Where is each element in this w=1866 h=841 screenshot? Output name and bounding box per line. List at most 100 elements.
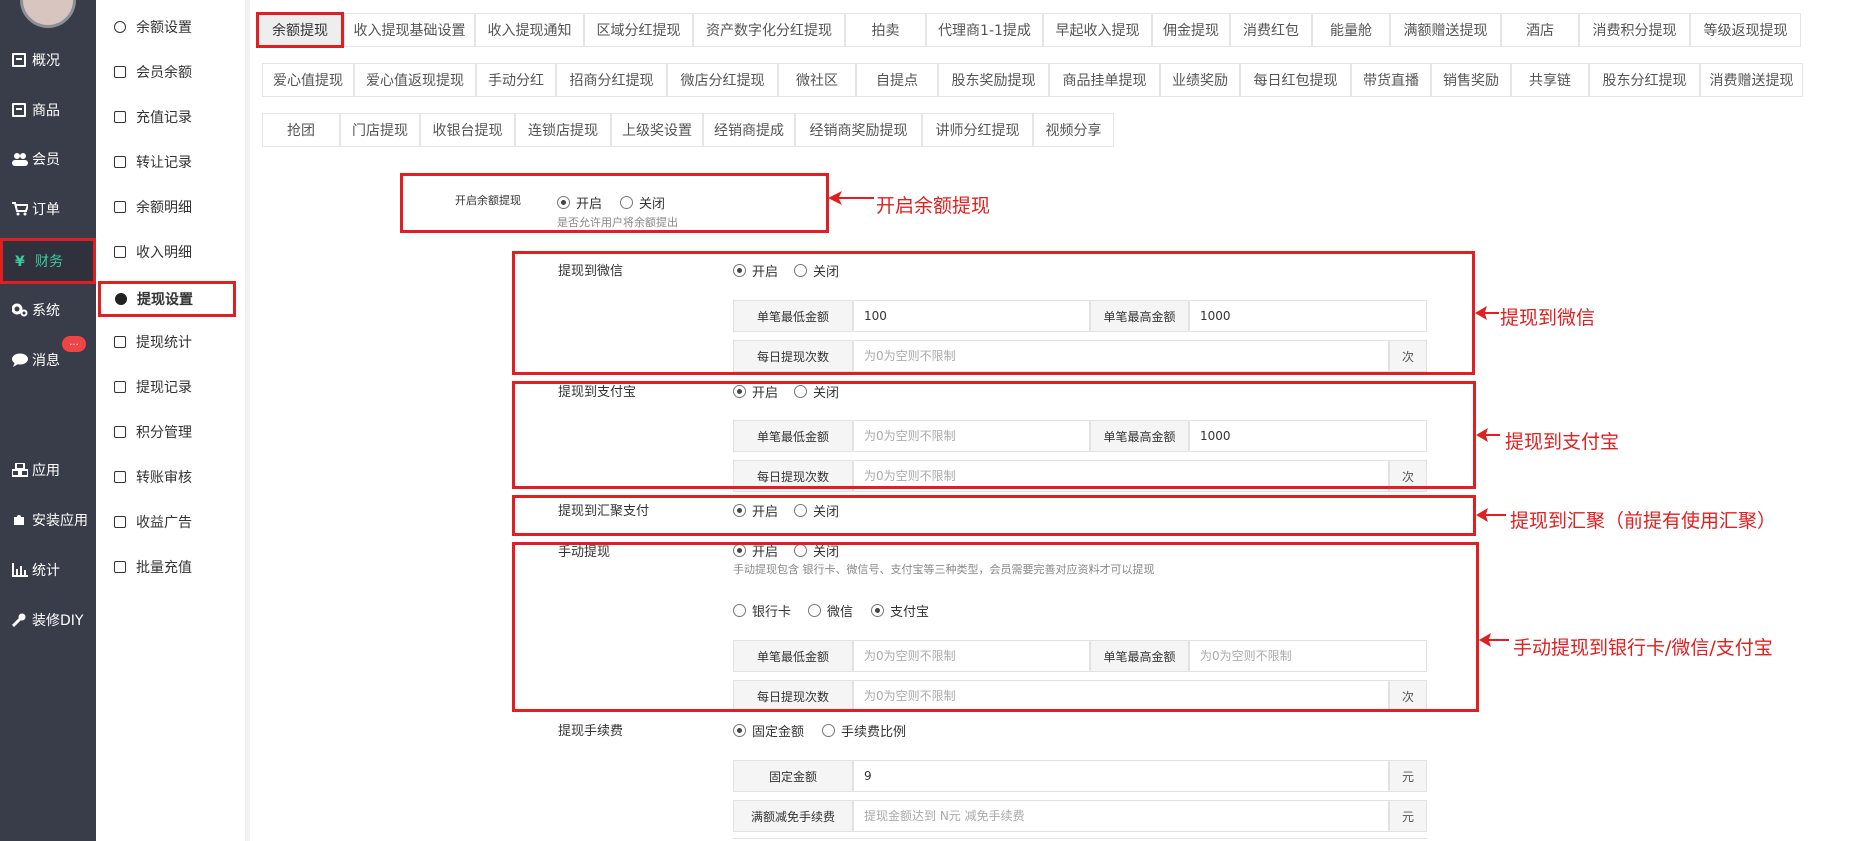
nav-item-overview[interactable]: 概况 bbox=[0, 41, 96, 79]
alipay-min-label: 单笔最低金额 bbox=[733, 420, 853, 452]
tab[interactable]: 股东奖励提现 bbox=[938, 63, 1049, 97]
tab[interactable]: 商品挂单提现 bbox=[1049, 63, 1160, 97]
nav-item-members[interactable]: 会员 bbox=[0, 140, 96, 178]
huiju-label: 提现到汇聚支付 bbox=[558, 504, 650, 519]
alipay-max-input[interactable] bbox=[1189, 420, 1427, 452]
annotation-arrow bbox=[828, 191, 874, 205]
tab[interactable]: 自提点 bbox=[856, 63, 938, 97]
fee-ratio-radio[interactable]: 手续费比例 bbox=[822, 721, 906, 740]
wechat-daily-input[interactable] bbox=[853, 340, 1389, 372]
tab[interactable]: 爱心值提现 bbox=[262, 63, 354, 97]
fee-waive-suffix: 元 bbox=[1389, 800, 1427, 832]
tab[interactable]: 连锁店提现 bbox=[515, 113, 611, 147]
gear-icon bbox=[115, 293, 127, 305]
tab[interactable]: 满额赠送提现 bbox=[1390, 13, 1501, 47]
tab[interactable]: 区域分红提现 bbox=[584, 13, 693, 47]
subnav-balance-settings[interactable]: 余额设置 bbox=[96, 9, 236, 45]
tab[interactable]: 拍卖 bbox=[845, 13, 926, 47]
tab[interactable]: 等级返现提现 bbox=[1690, 13, 1801, 47]
manual-on-radio[interactable]: 开启 bbox=[733, 541, 778, 560]
nav-item-install-apps[interactable]: 安装应用 bbox=[0, 501, 96, 539]
subnav-recharge-records[interactable]: 充值记录 bbox=[96, 99, 236, 135]
tab[interactable]: 微店分红提现 bbox=[667, 63, 778, 97]
tab[interactable]: 业绩奖励 bbox=[1160, 63, 1240, 97]
tab[interactable]: 带货直播 bbox=[1351, 63, 1431, 97]
avatar[interactable] bbox=[20, 0, 76, 28]
tab[interactable]: 早起收入提现 bbox=[1043, 13, 1152, 47]
wechat-on-radio[interactable]: 开启 bbox=[733, 261, 778, 280]
fee-label: 提现手续费 bbox=[558, 724, 624, 739]
subnav-label: 转让记录 bbox=[136, 155, 192, 171]
tab[interactable]: 抢团 bbox=[262, 113, 340, 147]
tab[interactable]: 消费积分提现 bbox=[1579, 13, 1690, 47]
nav-item-goods[interactable]: 商品 bbox=[0, 91, 96, 129]
subnav-income-ads[interactable]: 收益广告 bbox=[96, 504, 236, 540]
tab[interactable]: 股东分红提现 bbox=[1589, 63, 1700, 97]
fee-fixed-input[interactable] bbox=[853, 760, 1389, 792]
alipay-off-radio[interactable]: 关闭 bbox=[794, 382, 839, 401]
manual-type-bank-radio[interactable]: 银行卡 bbox=[733, 601, 791, 620]
subnav-transfer-records[interactable]: 转让记录 bbox=[96, 144, 236, 180]
manual-type-wechat-radio[interactable]: 微信 bbox=[808, 601, 853, 620]
nav-item-orders[interactable]: 订单 bbox=[0, 190, 96, 228]
manual-daily-label: 每日提现次数 bbox=[733, 680, 853, 712]
nav-item-statistics[interactable]: 统计 bbox=[0, 551, 96, 589]
subnav-member-balance[interactable]: 会员余额 bbox=[96, 54, 236, 90]
tab[interactable]: 佣金提现 bbox=[1152, 13, 1230, 47]
balance-withdraw-off-radio[interactable]: 关闭 bbox=[620, 193, 665, 212]
huiju-off-radio[interactable]: 关闭 bbox=[794, 501, 839, 520]
fee-fixed-radio[interactable]: 固定金额 bbox=[733, 721, 804, 740]
manual-daily-suffix: 次 bbox=[1389, 680, 1427, 712]
subnav-income-details[interactable]: 收入明细 bbox=[96, 234, 236, 270]
puzzle-icon bbox=[12, 513, 26, 527]
tab[interactable]: 共享链 bbox=[1511, 63, 1589, 97]
nav-item-decoration-diy[interactable]: 装修DIY bbox=[0, 601, 96, 639]
alipay-daily-input[interactable] bbox=[853, 460, 1389, 492]
tab[interactable]: 视频分享 bbox=[1033, 113, 1114, 147]
tab[interactable]: 微社区 bbox=[778, 63, 856, 97]
manual-type-alipay-radio[interactable]: 支付宝 bbox=[871, 601, 929, 620]
tab[interactable]: 经销商提成 bbox=[703, 113, 795, 147]
tab[interactable]: 上级奖设置 bbox=[611, 113, 703, 147]
tab[interactable]: 门店提现 bbox=[340, 113, 420, 147]
subnav-balance-details[interactable]: 余额明细 bbox=[96, 189, 236, 225]
subnav-batch-recharge[interactable]: 批量充值 bbox=[96, 549, 236, 585]
manual-off-radio[interactable]: 关闭 bbox=[794, 541, 839, 560]
tab[interactable]: 能量舱 bbox=[1312, 13, 1390, 47]
alipay-min-input[interactable] bbox=[853, 420, 1090, 452]
tab-balance-withdraw[interactable]: 余额提现 bbox=[256, 12, 344, 48]
wechat-min-input[interactable] bbox=[853, 300, 1090, 332]
manual-max-input[interactable] bbox=[1189, 640, 1427, 672]
tab[interactable]: 每日红包提现 bbox=[1240, 63, 1351, 97]
tab[interactable]: 收银台提现 bbox=[420, 113, 515, 147]
manual-min-input[interactable] bbox=[853, 640, 1090, 672]
tab[interactable]: 消费红包 bbox=[1230, 13, 1312, 47]
nav-item-apps[interactable]: 应用 bbox=[0, 451, 96, 489]
alipay-on-radio[interactable]: 开启 bbox=[733, 382, 778, 401]
balance-withdraw-on-radio[interactable]: 开启 bbox=[557, 193, 602, 212]
tab[interactable]: 资产数字化分红提现 bbox=[693, 13, 845, 47]
tab[interactable]: 招商分红提现 bbox=[556, 63, 667, 97]
subnav-transfer-review[interactable]: 转账审核 bbox=[96, 459, 236, 495]
tab[interactable]: 销售奖励 bbox=[1431, 63, 1511, 97]
tab[interactable]: 爱心值返现提现 bbox=[354, 63, 476, 97]
wechat-max-input[interactable] bbox=[1189, 300, 1427, 332]
wechat-off-radio[interactable]: 关闭 bbox=[794, 261, 839, 280]
tab[interactable]: 消费赠送提现 bbox=[1700, 63, 1803, 97]
tab[interactable]: 讲师分红提现 bbox=[922, 113, 1033, 147]
tab[interactable]: 手动分红 bbox=[476, 63, 556, 97]
subnav-withdraw-records[interactable]: 提现记录 bbox=[96, 369, 236, 405]
tab[interactable]: 收入提现基础设置 bbox=[344, 13, 475, 47]
tab[interactable]: 代理商1-1提成 bbox=[926, 13, 1043, 47]
nav-item-system[interactable]: 系统 bbox=[0, 291, 96, 329]
tab[interactable]: 经销商奖励提现 bbox=[795, 113, 922, 147]
tab[interactable]: 收入提现通知 bbox=[475, 13, 584, 47]
tab[interactable]: 酒店 bbox=[1501, 13, 1579, 47]
fee-waive-input[interactable] bbox=[853, 800, 1389, 832]
manual-daily-input[interactable] bbox=[853, 680, 1389, 712]
huiju-on-radio[interactable]: 开启 bbox=[733, 501, 778, 520]
subnav-withdraw-statistics[interactable]: 提现统计 bbox=[96, 324, 236, 360]
subnav-withdraw-settings[interactable]: 提现设置 bbox=[98, 281, 236, 317]
nav-item-finance[interactable]: ¥ 财务 bbox=[0, 238, 96, 284]
subnav-points-management[interactable]: 积分管理 bbox=[96, 414, 236, 450]
